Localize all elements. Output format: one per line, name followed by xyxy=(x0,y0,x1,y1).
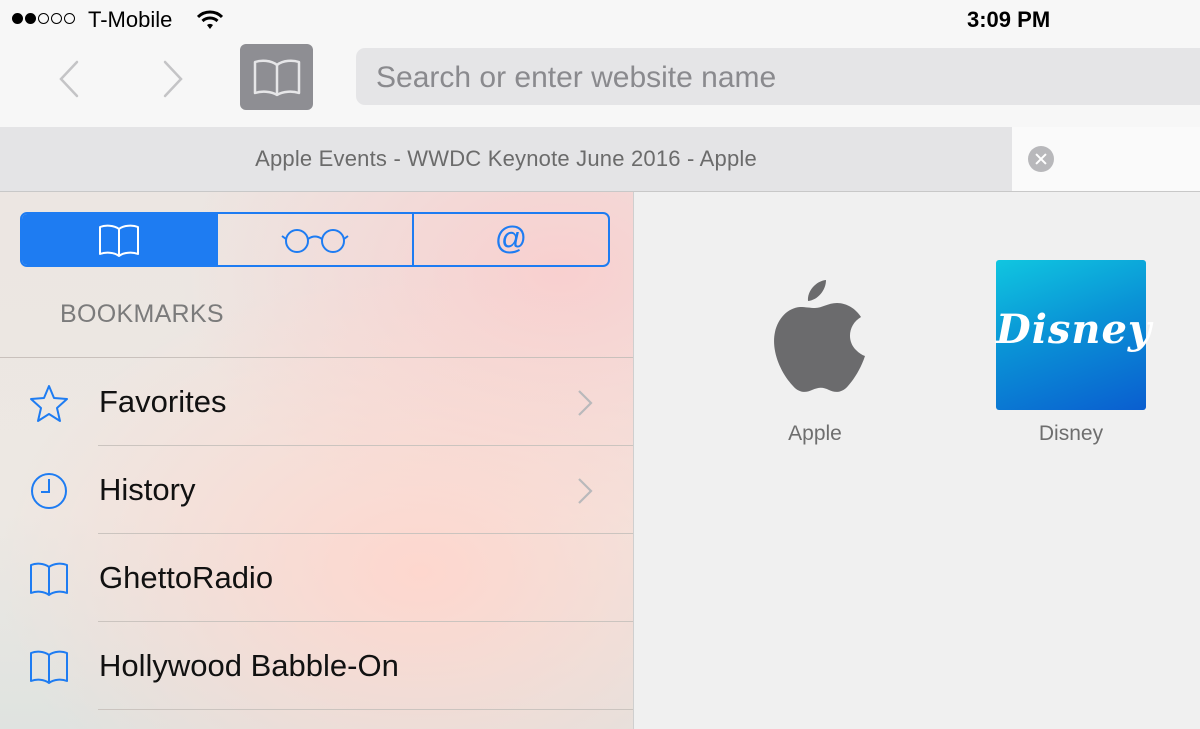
browser-toolbar xyxy=(0,40,1200,127)
wifi-icon xyxy=(196,10,224,35)
book-icon xyxy=(99,224,139,257)
bookmarks-list: Favorites History GhettoRadio Hollywood … xyxy=(0,357,633,710)
section-title: BOOKMARKS xyxy=(60,300,224,328)
chevron-right-icon xyxy=(163,60,183,98)
disney-logo-text: Disney xyxy=(996,306,1153,353)
back-button[interactable] xyxy=(50,56,90,102)
status-time: 3:09 PM xyxy=(967,7,1051,32)
favorite-apple[interactable]: Apple xyxy=(740,260,890,446)
tab-title: Apple Events - WWDC Keynote June 2016 - … xyxy=(255,146,757,171)
chevron-right-icon xyxy=(578,390,593,416)
sidebar-item-label: GhettoRadio xyxy=(99,560,274,595)
apple-logo-icon xyxy=(740,260,890,410)
disney-logo-icon: Disney xyxy=(996,260,1153,410)
tab-close-icon[interactable] xyxy=(1028,146,1054,172)
signal-strength-icon xyxy=(12,13,75,24)
chevron-left-icon xyxy=(59,60,79,98)
sidebar-item-favorites[interactable]: Favorites xyxy=(0,358,633,446)
segment-bookmarks[interactable] xyxy=(22,214,216,265)
sidebar-item-hollywood-babble-on[interactable]: Hollywood Babble-On xyxy=(0,622,633,710)
favorite-disney[interactable]: Disney Disney xyxy=(996,260,1153,446)
favorite-label: Disney xyxy=(1038,422,1104,445)
sidebar-item-label: History xyxy=(99,472,196,507)
sidebar-segmented-control: @ xyxy=(20,212,610,267)
favorite-label: Apple xyxy=(788,422,842,445)
book-icon xyxy=(253,59,301,97)
chevron-right-icon xyxy=(578,478,593,504)
forward-button[interactable] xyxy=(152,56,192,102)
at-icon: @ xyxy=(494,219,528,256)
segment-shared-links[interactable]: @ xyxy=(412,214,608,265)
glasses-icon xyxy=(281,228,349,253)
tab-active[interactable]: Apple Events - WWDC Keynote June 2016 - … xyxy=(0,127,1012,191)
sidebar-item-label: Favorites xyxy=(99,384,227,419)
carrier-name: T-Mobile xyxy=(88,7,173,32)
book-icon xyxy=(30,562,68,596)
bookmarks-button[interactable] xyxy=(240,44,313,110)
sidebar-item-label: Hollywood Babble-On xyxy=(99,648,399,683)
sidebar-item-history[interactable]: History xyxy=(0,446,633,534)
status-bar: T-Mobile 3:09 PM xyxy=(0,0,1200,40)
search-bar[interactable] xyxy=(356,48,1200,107)
segment-reading-list[interactable] xyxy=(216,214,412,265)
clock-icon xyxy=(31,473,67,509)
book-icon xyxy=(30,650,68,684)
star-icon xyxy=(30,385,68,422)
favorites-grid: Apple Disney Disney xyxy=(634,192,1200,729)
sidebar-item-ghettoradio[interactable]: GhettoRadio xyxy=(0,534,633,622)
search-input[interactable] xyxy=(374,48,1178,107)
tab-bar: Apple Events - WWDC Keynote June 2016 - … xyxy=(0,127,1200,192)
bookmarks-sidebar: @ BOOKMARKS Favorites History GhettoRadi… xyxy=(0,192,634,729)
